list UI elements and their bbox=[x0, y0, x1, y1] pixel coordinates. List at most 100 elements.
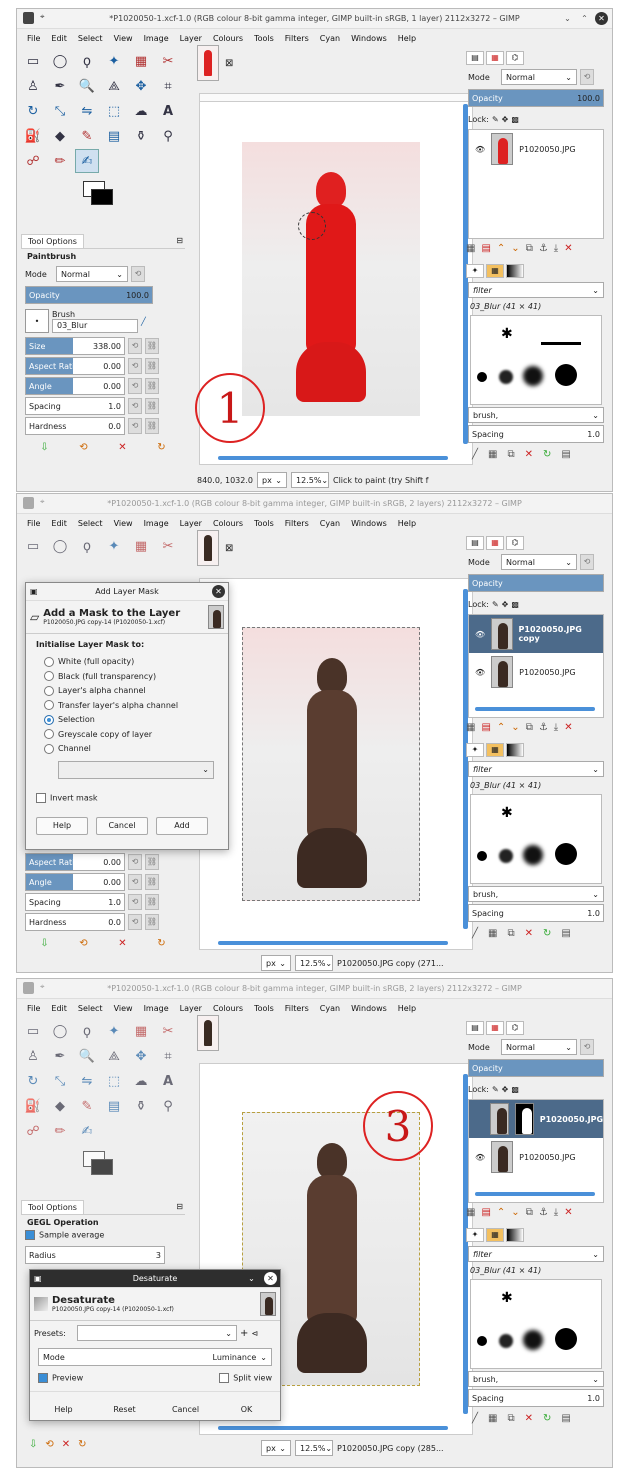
menu-select[interactable]: Select bbox=[78, 1004, 103, 1013]
menu-edit[interactable]: Edit bbox=[51, 34, 67, 43]
layers-scrollbar[interactable] bbox=[475, 1192, 595, 1196]
new-layer-icon[interactable]: ▦ bbox=[466, 722, 475, 733]
zoom-icon[interactable]: 🔍 bbox=[75, 74, 99, 98]
channels-tab-icon[interactable]: ▦ bbox=[486, 1021, 504, 1035]
radio-selection[interactable] bbox=[44, 714, 54, 725]
lower-layer-icon[interactable]: ⌄ bbox=[511, 243, 519, 254]
reset-aspect-icon[interactable]: ⟲ bbox=[128, 854, 142, 870]
color-swatches[interactable] bbox=[21, 1145, 185, 1181]
menu-file[interactable]: File bbox=[27, 519, 40, 528]
menu-cyan[interactable]: Cyan bbox=[320, 1004, 340, 1013]
foreground-select-icon[interactable]: ♙ bbox=[21, 1044, 45, 1068]
lasso-icon[interactable]: ϙ bbox=[75, 49, 99, 73]
patterns-tab-icon[interactable]: ▦ bbox=[486, 743, 504, 757]
reset-angle-icon[interactable]: ⟲ bbox=[128, 378, 142, 394]
refresh-brushes-icon[interactable]: ↻ bbox=[543, 1413, 551, 1424]
color-picker-icon[interactable]: ✍ bbox=[75, 1119, 99, 1143]
layers-opacity-slider[interactable]: Opacity bbox=[468, 574, 604, 592]
menu-cyan[interactable]: Cyan bbox=[320, 519, 340, 528]
duplicate-brush-icon[interactable]: ⧉ bbox=[507, 928, 514, 939]
merge-icon[interactable]: ⤓ bbox=[554, 243, 558, 254]
menu-windows[interactable]: Windows bbox=[351, 519, 387, 528]
pin-icon[interactable]: ⌖ bbox=[40, 12, 45, 24]
reset-angle-icon[interactable]: ⟲ bbox=[128, 874, 142, 890]
refresh-brushes-icon[interactable]: ↻ bbox=[543, 449, 551, 460]
brush-grid[interactable]: ✱ bbox=[470, 1279, 602, 1369]
rotate-icon[interactable]: ↻ bbox=[21, 99, 45, 123]
minimize-icon[interactable]: ⌄ bbox=[561, 12, 574, 25]
brush-filter[interactable]: filter ⌄ bbox=[468, 282, 604, 298]
smudge-icon[interactable]: ⚲ bbox=[156, 124, 180, 148]
menu-edit[interactable]: Edit bbox=[51, 519, 67, 528]
menu-image[interactable]: Image bbox=[144, 1004, 169, 1013]
eye-icon[interactable]: 👁 bbox=[475, 630, 485, 639]
eye-icon[interactable]: 👁 bbox=[475, 668, 485, 677]
brush-view-icon[interactable]: ▤ bbox=[561, 1413, 570, 1424]
new-group-icon[interactable]: ▤ bbox=[481, 243, 490, 254]
paths-tab-icon[interactable]: ⌬ bbox=[506, 51, 524, 65]
link-size-icon[interactable]: ⛓ bbox=[145, 338, 159, 354]
duplicate-layer-icon[interactable]: ⧉ bbox=[526, 722, 533, 733]
brush-field[interactable]: 03_Blur bbox=[52, 318, 138, 333]
brush-preview[interactable]: • bbox=[25, 309, 49, 333]
unit-select[interactable]: px ⌄ bbox=[257, 472, 287, 488]
background-color[interactable] bbox=[91, 1159, 113, 1175]
option-selection[interactable]: Selection bbox=[44, 713, 210, 728]
preview-row[interactable]: Preview bbox=[38, 1373, 83, 1383]
delete-options-icon[interactable]: ✕ bbox=[118, 442, 126, 453]
text-icon[interactable]: A bbox=[156, 99, 180, 123]
sample-average-checkbox[interactable] bbox=[25, 1230, 35, 1240]
cancel-button[interactable]: Cancel bbox=[96, 816, 148, 835]
paths-icon[interactable]: ✒ bbox=[48, 1044, 72, 1068]
delete-brush-icon[interactable]: ✕ bbox=[525, 1413, 533, 1424]
rect-select-icon[interactable]: ▭ bbox=[21, 49, 45, 73]
raise-layer-icon[interactable]: ⌃ bbox=[497, 1207, 505, 1218]
tool-options-tab[interactable]: Tool Options bbox=[21, 233, 84, 248]
menu-file[interactable]: File bbox=[27, 34, 40, 43]
reset-spacing-icon[interactable]: ⟲ bbox=[128, 894, 142, 910]
reset-aspect-icon[interactable]: ⟲ bbox=[128, 358, 142, 374]
menu-file[interactable]: File bbox=[27, 1004, 40, 1013]
lock-position-icon[interactable]: ✥ bbox=[502, 600, 509, 609]
preset-menu-icon[interactable]: ⊲ bbox=[251, 1329, 258, 1338]
image-tab-thumb[interactable] bbox=[197, 1015, 219, 1051]
layers-tab-icon[interactable]: ▤ bbox=[466, 51, 484, 65]
ellipse-select-icon[interactable]: ◯ bbox=[48, 49, 72, 73]
brush-tag-field[interactable]: brush, ⌄ bbox=[468, 886, 604, 902]
menu-filters[interactable]: Filters bbox=[285, 1004, 309, 1013]
crop-icon[interactable]: ⌗ bbox=[156, 1044, 180, 1068]
hardness-slider[interactable]: Hardness 0.0 bbox=[25, 417, 125, 435]
duplicate-layer-icon[interactable]: ⧉ bbox=[526, 1207, 533, 1218]
lock-paint-icon[interactable]: ✎ bbox=[492, 1085, 499, 1094]
fuzzy-select-icon[interactable]: ✦ bbox=[102, 534, 126, 558]
crop-icon[interactable]: ⌗ bbox=[156, 74, 180, 98]
menu-help[interactable]: Help bbox=[398, 1004, 416, 1013]
dock-menu-icon[interactable]: ⊟ bbox=[176, 236, 183, 245]
aspect-slider[interactable]: Aspect Ratio 0.00 bbox=[25, 357, 125, 375]
spacing-slider[interactable]: Spacing 1.0 bbox=[25, 397, 125, 415]
layers-tab-icon[interactable]: ▤ bbox=[466, 536, 484, 550]
eye-icon[interactable]: 👁 bbox=[475, 145, 485, 154]
gradients-tab-icon[interactable] bbox=[506, 264, 524, 278]
clone-icon[interactable]: ⚱ bbox=[129, 1094, 153, 1118]
split-view-checkbox[interactable] bbox=[219, 1373, 230, 1383]
scale-icon[interactable]: ⤡ bbox=[48, 99, 72, 123]
ink-icon[interactable]: ✏ bbox=[48, 1119, 72, 1143]
color-select-icon[interactable]: ▦ bbox=[129, 534, 153, 558]
ok-button[interactable]: OK bbox=[219, 1400, 274, 1418]
airbrush-icon[interactable]: ✍ bbox=[75, 149, 99, 173]
menu-edit[interactable]: Edit bbox=[51, 1004, 67, 1013]
radio-greyscale[interactable] bbox=[44, 729, 54, 739]
raise-layer-icon[interactable]: ⌃ bbox=[497, 722, 505, 733]
anchor-icon[interactable]: ⚓ bbox=[539, 722, 548, 733]
menu-select[interactable]: Select bbox=[78, 34, 103, 43]
brushes-tab-icon[interactable]: ✦ bbox=[466, 1228, 484, 1242]
lower-layer-icon[interactable]: ⌄ bbox=[511, 722, 519, 733]
link-hardness-icon[interactable]: ⛓ bbox=[145, 418, 159, 434]
flip-icon[interactable]: ⇋ bbox=[75, 1069, 99, 1093]
lock-alpha-icon[interactable]: ▩ bbox=[511, 1085, 519, 1094]
add-button[interactable]: Add bbox=[156, 816, 208, 835]
new-brush-icon[interactable]: ▦ bbox=[488, 449, 497, 460]
layer-row[interactable]: 👁 P1020050.JPG bbox=[469, 130, 603, 168]
new-group-icon[interactable]: ▤ bbox=[481, 1207, 490, 1218]
